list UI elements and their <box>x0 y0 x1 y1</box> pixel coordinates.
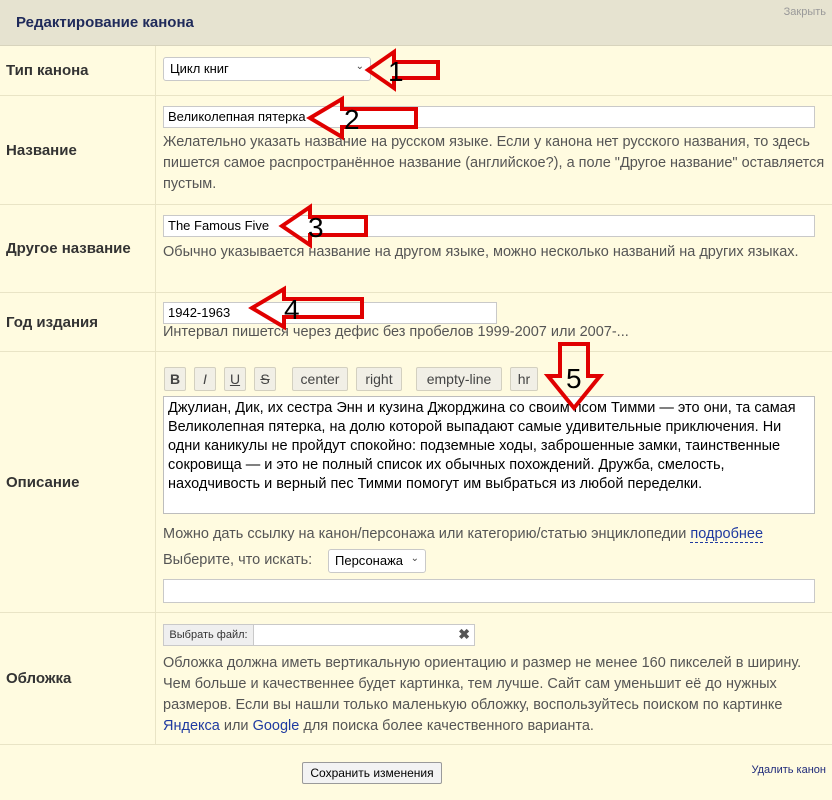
hr-button[interactable]: hr <box>510 367 538 391</box>
search-type-value: Персонажа <box>335 553 404 568</box>
annotation-number-3: 3 <box>308 212 324 243</box>
other-name-label: Другое название <box>0 205 156 292</box>
annotation-number-2: 2 <box>344 104 360 135</box>
other-name-hint: Обычно указывается название на другом яз… <box>163 244 799 260</box>
chevron-down-icon: ⌄ <box>355 61 364 72</box>
google-link[interactable]: Google <box>253 718 300 734</box>
yandex-link[interactable]: Яндекса <box>163 718 220 734</box>
annotation-arrow-4: 4 <box>248 285 364 331</box>
name-label: Название <box>0 96 156 204</box>
save-button[interactable]: Сохранить изменения <box>302 762 442 784</box>
annotation-arrow-3: 3 <box>278 203 368 249</box>
annotation-arrow-1: 1 <box>364 48 440 92</box>
name-hint: Желательно указать название на русском я… <box>163 134 825 192</box>
delete-canon-link[interactable]: Удалить канон <box>752 764 827 776</box>
name-input[interactable]: Великолепная пятерка <box>163 106 815 128</box>
clear-icon[interactable]: ✖ <box>458 626 470 643</box>
italic-button[interactable]: I <box>194 367 216 391</box>
cover-label: Обложка <box>0 613 156 744</box>
file-picker[interactable]: Выбрать файл: ✖ <box>163 624 475 646</box>
close-link[interactable]: Закрыть <box>784 6 826 18</box>
more-link[interactable]: подробнее <box>690 526 764 543</box>
cover-hint-text: Обложка должна иметь вертикальную ориент… <box>163 655 802 713</box>
cover-hint-or: или <box>223 718 249 734</box>
other-name-input[interactable]: The Famous Five <box>163 215 815 237</box>
choose-file-button[interactable]: Выбрать файл: <box>164 625 254 645</box>
empty-line-button[interactable]: empty-line <box>416 367 502 391</box>
search-label: Выберите, что искать: <box>163 552 313 568</box>
chevron-down-icon: ⌄ <box>410 553 419 564</box>
dialog-header: Редактирование канона Закрыть <box>0 0 832 46</box>
annotation-arrow-5: 5 <box>543 342 605 412</box>
annotation-arrow-2: 2 <box>306 95 418 141</box>
annotation-number-1: 1 <box>388 56 404 87</box>
description-label: Описание <box>0 352 156 612</box>
canon-type-select[interactable]: Цикл книг ⌄ <box>163 57 371 81</box>
annotation-number-5: 5 <box>566 363 582 394</box>
link-hint-text: Можно дать ссылку на канон/персонажа или… <box>163 526 687 542</box>
center-button[interactable]: center <box>292 367 348 391</box>
bold-button[interactable]: B <box>164 367 186 391</box>
annotation-number-4: 4 <box>284 294 300 325</box>
canon-type-label: Тип канона <box>0 46 156 95</box>
right-button[interactable]: right <box>356 367 402 391</box>
cover-hint-end: для поиска более качественного варианта. <box>303 718 594 734</box>
link-hint: Можно дать ссылку на канон/персонажа или… <box>163 524 823 545</box>
canon-type-value: Цикл книг <box>170 61 229 76</box>
search-type-select[interactable]: Персонажа ⌄ <box>328 549 426 573</box>
year-label: Год издания <box>0 293 156 351</box>
cover-hint: Обложка должна иметь вертикальную ориент… <box>163 653 825 737</box>
strikethrough-button[interactable]: S <box>254 367 276 391</box>
search-input[interactable] <box>163 579 815 603</box>
description-textarea[interactable]: Джулиан, Дик, их сестра Энн и кузина Джо… <box>163 396 815 514</box>
underline-button[interactable]: U <box>224 367 246 391</box>
dialog-title: Редактирование канона <box>16 14 194 31</box>
